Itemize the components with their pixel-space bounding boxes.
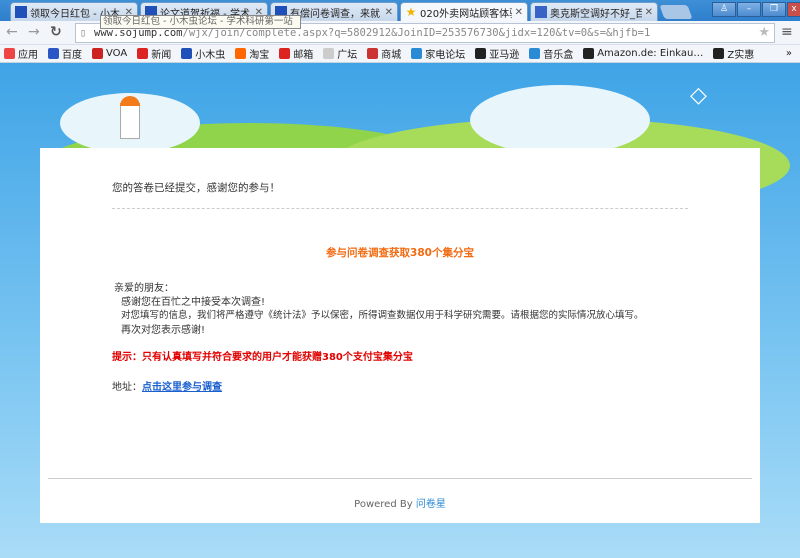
bookmark-icon [529, 48, 541, 59]
bookmark-star-icon[interactable]: ★ [758, 24, 770, 42]
star-icon: ★ [405, 5, 417, 19]
bookmark-icon [48, 48, 59, 59]
footer-divider [48, 478, 752, 479]
bookmark-icon [411, 48, 423, 59]
more-bookmarks-button[interactable]: » [786, 48, 792, 59]
bookmark-icon [4, 48, 15, 59]
bookmark-icon [323, 48, 335, 59]
cloud-decoration [470, 85, 650, 155]
content-card: 您的答卷已经提交，感谢您的参与！ 参与问卷调查获取380个集分宝 亲爱的朋友： … [40, 148, 760, 523]
maximize-button[interactable]: ❐ [762, 2, 786, 17]
bookmark-icon [713, 48, 725, 59]
close-icon[interactable]: ✕ [515, 7, 523, 18]
bookmark-item[interactable]: 小木虫 [181, 46, 225, 61]
bookmark-item[interactable]: 广坛 [323, 46, 357, 61]
bookmark-item[interactable]: 亚马逊 [475, 46, 519, 61]
bookmark-item[interactable]: 邮箱 [279, 46, 313, 61]
address-row: 地址：点击这里参与调查 [112, 382, 222, 393]
bookmark-item[interactable]: 家电论坛 [411, 46, 465, 61]
greeting: 亲爱的朋友： [114, 283, 174, 294]
bookmark-item[interactable]: 百度 [48, 46, 82, 61]
minimize-button[interactable]: – [737, 2, 761, 17]
body-line: 再次对您表示感谢! [121, 325, 206, 336]
body-line: 感谢您在百忙之中接受本次调查! [121, 297, 266, 308]
tab-5[interactable]: 奥克斯空调好不好_百 ✕ [530, 2, 658, 21]
bookmark-item[interactable]: Amazon.de: Einkau… [583, 48, 703, 59]
baidu-paw-icon [535, 6, 547, 18]
menu-icon[interactable]: ≡ [781, 24, 793, 40]
bookmark-icon [92, 48, 103, 59]
close-window-button[interactable]: x [787, 2, 800, 17]
forward-icon[interactable]: → [28, 24, 40, 40]
bookmark-item[interactable]: Z实惠 [713, 46, 754, 61]
bookmarks-bar: 应用 百度 VOA 新闻 小木虫 淘宝 邮箱 广坛 商城 家电论坛 亚马逊 音乐盒 Amazon.de:… [0, 45, 800, 63]
tip-text: 提示：只有认真填写并符合要求的用户才能获赠380个支付宝集分宝 [112, 352, 413, 363]
submitted-message: 您的答卷已经提交，感谢您的参与！ [112, 182, 280, 194]
windmill-icon [120, 96, 140, 139]
page-background: ◇ 您的答卷已经提交，感谢您的参与！ 参与问卷调查获取380个集分宝 亲爱的朋友… [0, 63, 800, 558]
bookmark-icon [475, 48, 487, 59]
tab-tooltip: 领取今日红包 - 小木虫论坛 - 学术科研第一站 [100, 15, 301, 29]
kite-icon: ◇ [690, 83, 707, 108]
close-icon[interactable]: ✕ [385, 7, 393, 18]
bookmark-item[interactable]: 淘宝 [235, 46, 269, 61]
bookmark-icon [181, 48, 193, 59]
bookmark-item[interactable]: 商城 [367, 46, 401, 61]
survey-link[interactable]: 点击这里参与调查 [142, 382, 222, 393]
bookmark-item[interactable]: 应用 [4, 46, 38, 61]
bookmark-item[interactable]: 新闻 [137, 46, 171, 61]
body-line: 对您填写的信息，我们将严格遵守《统计法》予以保密，所得调查数据仅用于科学研究需要… [121, 310, 644, 321]
bookmark-icon [367, 48, 379, 59]
divider [112, 208, 688, 209]
wjx-link[interactable]: 问卷星 [416, 499, 446, 510]
bookmark-icon [137, 48, 149, 59]
page-icon: ▯ [80, 27, 87, 39]
xmc-icon [15, 6, 27, 18]
bookmark-item[interactable]: VOA [92, 48, 127, 59]
tab-4-active[interactable]: ★ 020外卖网站顾客体验 ✕ [400, 2, 528, 21]
bookmark-icon [583, 48, 595, 59]
back-icon[interactable]: ← [6, 24, 18, 40]
bookmark-icon [235, 48, 247, 59]
bookmark-icon [279, 48, 291, 59]
headline: 参与问卷调查获取380个集分宝 [326, 247, 474, 259]
close-icon[interactable]: ✕ [645, 7, 653, 18]
footer: Powered By 问卷星 [354, 499, 446, 510]
reload-icon[interactable]: ↻ [50, 24, 62, 40]
bookmark-item[interactable]: 音乐盒 [529, 46, 573, 61]
new-tab-button[interactable] [659, 5, 693, 19]
user-button[interactable]: ♙ [712, 2, 736, 17]
